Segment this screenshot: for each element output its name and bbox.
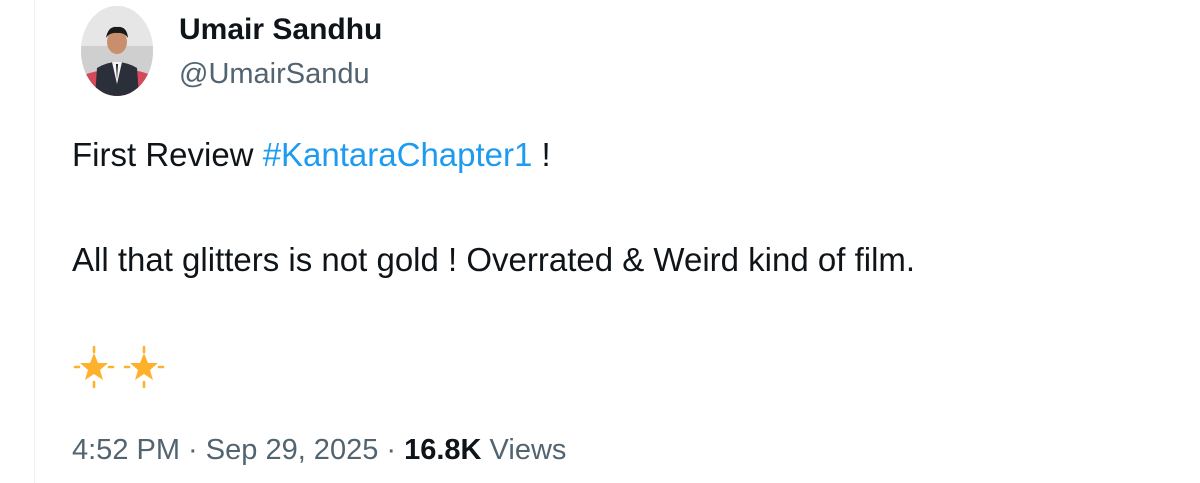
avatar-photo	[81, 6, 153, 96]
author-handle[interactable]: @UmairSandu	[179, 57, 370, 91]
meta-separator: ·	[180, 434, 206, 466]
tweet-meta: 4:52 PM · Sep 29, 2025 · 16.8K Views	[72, 432, 566, 468]
tweet-text-prefix: First Review	[72, 136, 263, 173]
star-emojis	[72, 345, 166, 389]
author-name[interactable]: Umair Sandhu	[179, 13, 382, 47]
views-label: Views	[481, 434, 567, 466]
meta-separator: ·	[378, 434, 405, 466]
glowing-star-icon	[73, 345, 115, 389]
tweet-date[interactable]: Sep 29, 2025	[206, 434, 379, 466]
avatar[interactable]	[81, 6, 153, 96]
tweet-card: Umair Sandhu @UmairSandu First Review #K…	[34, 0, 1200, 483]
views-count: 16.8K	[404, 434, 482, 466]
tweet-text-line-2: All that glitters is not gold ! Overrate…	[72, 241, 916, 278]
glowing-star-icon	[123, 345, 165, 389]
tweet-time[interactable]: 4:52 PM	[72, 434, 180, 466]
hashtag-link[interactable]: #KantaraChapter1	[263, 136, 533, 173]
tweet-text-line-1: First Review #KantaraChapter1 !	[72, 135, 551, 175]
tweet-text-suffix: !	[532, 136, 551, 173]
